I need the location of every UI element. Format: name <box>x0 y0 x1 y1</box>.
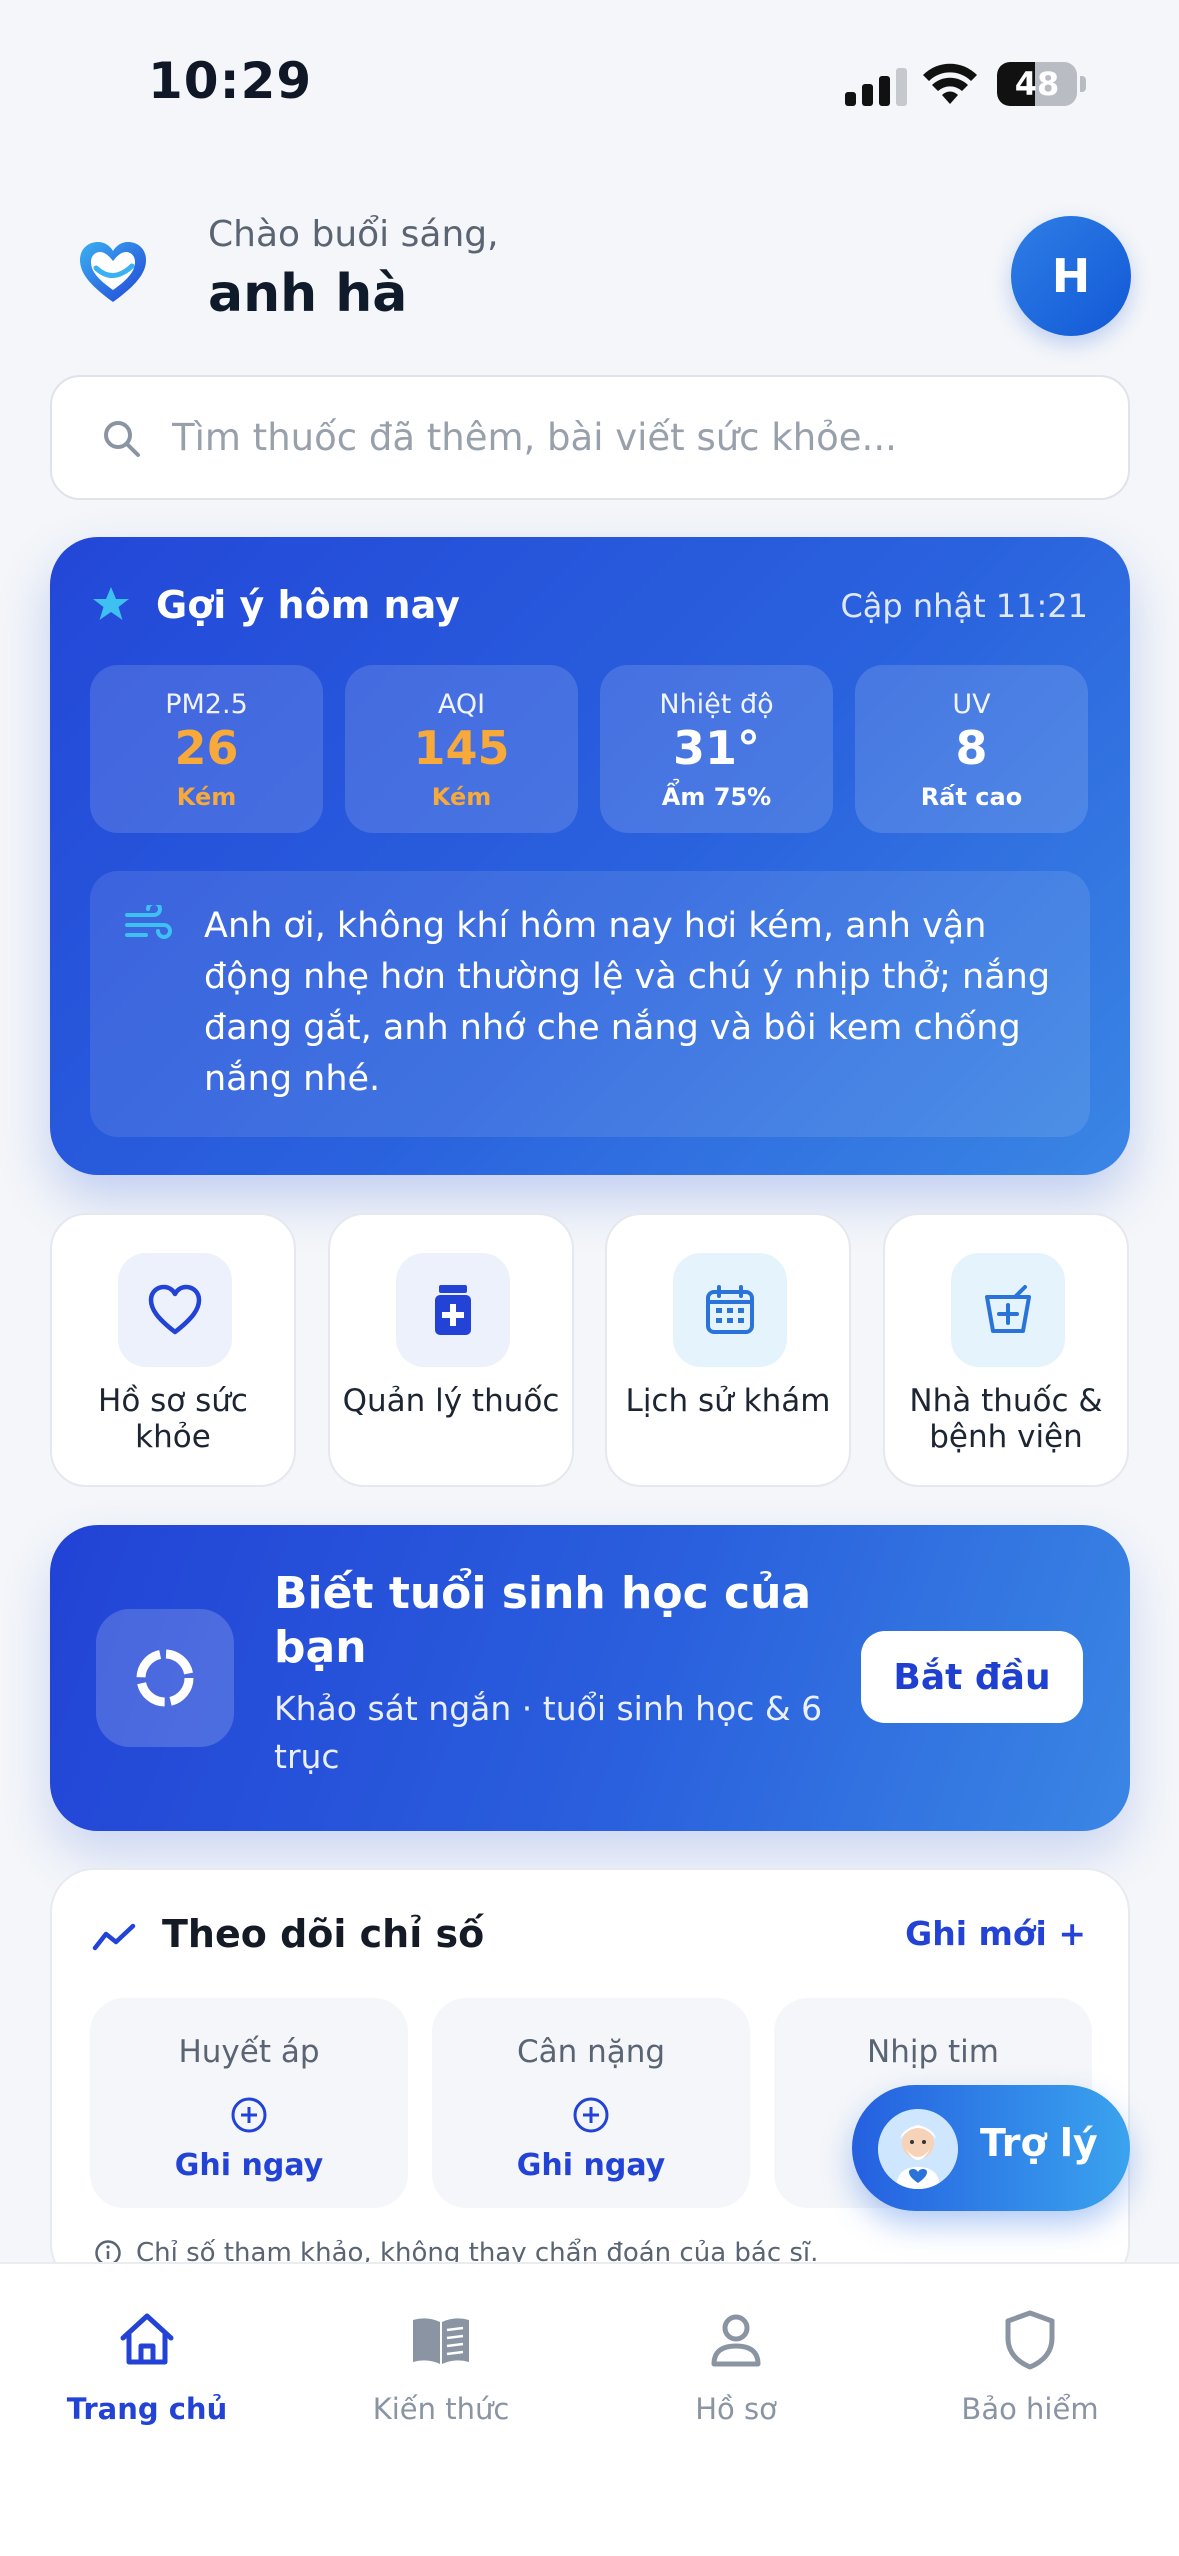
metric-label: Nhiệt độ <box>659 689 774 720</box>
hospital-icon <box>951 1253 1065 1367</box>
status-time: 10:29 <box>148 52 313 110</box>
user-icon <box>711 2314 761 2367</box>
metric-label: PM2.5 <box>165 689 248 720</box>
metric-value: 145 <box>413 721 510 775</box>
quick-action-label: Lịch sử khám <box>625 1383 831 1419</box>
app-logo-icon <box>80 242 146 302</box>
advice-box: Anh ơi, không khí hôm nay hơi kém, anh v… <box>90 871 1090 1137</box>
cellular-signal-icon <box>845 64 907 106</box>
battery-tip <box>1080 76 1086 92</box>
tab-knowledge[interactable]: Kiến thức <box>311 2304 571 2444</box>
bottom-tab-bar: Trang chủ Kiến thức Hồ sơ Bảo hiểm <box>0 2262 1179 2556</box>
advice-text: Anh ơi, không khí hôm nay hơi kém, anh v… <box>204 906 1051 1099</box>
tracking-title: Theo dõi chỉ số <box>162 1912 485 1956</box>
add-record-link[interactable]: Ghi mới + <box>905 1914 1086 1953</box>
tab-label: Trang chủ <box>66 2392 228 2426</box>
greeting-text: Chào buổi sáng, <box>208 214 499 255</box>
quick-action-health-record[interactable]: Hồ sơ sức khỏe <box>50 1213 296 1487</box>
trend-icon <box>92 1923 136 1951</box>
biological-age-card: Biết tuổi sinh học của bạn Khảo sát ngắn… <box>50 1525 1130 1831</box>
assistant-button[interactable]: Trợ lý <box>852 2085 1130 2211</box>
quick-action-medicine[interactable]: Quản lý thuốc <box>328 1213 574 1487</box>
assistant-avatar <box>878 2109 958 2189</box>
metric-status: Kém <box>176 783 237 811</box>
metric-label: UV <box>952 689 991 720</box>
metric-value: 8 <box>955 721 988 775</box>
tab-profile[interactable]: Hồ sơ <box>606 2304 866 2444</box>
record-now-button[interactable]: Ghi ngay <box>90 2148 408 2183</box>
tab-insurance[interactable]: Bảo hiểm <box>900 2304 1160 2444</box>
wind-icon <box>125 905 172 939</box>
metric-aqi: AQI 145 Kém <box>345 665 578 833</box>
wifi-icon <box>923 63 977 104</box>
bio-age-subtitle: Khảo sát ngắn · tuổi sinh học & 6 trục <box>274 1689 823 1776</box>
record-now-button[interactable]: Ghi ngay <box>432 2148 750 2183</box>
tab-label: Kiến thức <box>372 2392 510 2426</box>
search-input[interactable] <box>172 377 1092 498</box>
assistant-label: Trợ lý <box>980 2121 1098 2165</box>
tracking-card: Theo dõi chỉ số Ghi mới + Huyết áp Ghi n… <box>50 1868 1130 2288</box>
metric-temperature: Nhiệt độ 31° Ẩm 75% <box>600 665 833 833</box>
metric-value: 31° <box>672 721 760 775</box>
bio-age-title: Biết tuổi sinh học của bạn <box>274 1568 812 1673</box>
plus-circle-icon <box>231 2097 267 2133</box>
status-bar: 10:29 48 <box>0 0 1179 170</box>
quick-action-pharmacy-hospital[interactable]: Nhà thuốc & bệnh viện <box>883 1213 1129 1487</box>
vital-label: Cân nặng <box>516 2034 666 2070</box>
book-icon <box>413 2318 469 2364</box>
daily-suggestion-card: Gợi ý hôm nay Cập nhật 11:21 PM2.5 26 Ké… <box>50 537 1130 1175</box>
vital-weight[interactable]: Cân nặng Ghi ngay <box>432 1998 750 2208</box>
quick-action-label: Nhà thuốc & bệnh viện <box>909 1383 1103 1455</box>
metric-uv: UV 8 Rất cao <box>855 665 1088 833</box>
metric-label: AQI <box>437 689 486 720</box>
battery-percent: 48 <box>1014 65 1060 103</box>
search-bar[interactable] <box>50 375 1130 500</box>
battery-indicator: 48 <box>997 62 1077 106</box>
user-name: anh hà <box>208 264 408 324</box>
header: Chào buổi sáng, anh hà H <box>0 200 1179 350</box>
calendar-icon <box>673 1253 787 1367</box>
tab-label: Bảo hiểm <box>961 2392 1099 2426</box>
metric-status: Ẩm 75% <box>661 783 772 811</box>
metric-value: 26 <box>174 721 239 775</box>
metric-status: Kém <box>431 783 492 811</box>
quick-action-label: Hồ sơ sức khỏe <box>98 1383 248 1455</box>
vital-label: Nhịp tim <box>867 2034 999 2070</box>
plus-circle-icon <box>573 2097 609 2133</box>
suggestion-updated-time: Cập nhật 11:21 <box>840 587 1088 625</box>
medicine-icon <box>396 1253 510 1367</box>
home-icon <box>120 2313 174 2365</box>
vital-label: Huyết áp <box>178 2034 320 2070</box>
quick-action-visit-history[interactable]: Lịch sử khám <box>605 1213 851 1487</box>
star-icon <box>93 587 129 620</box>
avatar[interactable]: H <box>1011 216 1131 336</box>
metric-pm25: PM2.5 26 Kém <box>90 665 323 833</box>
heart-icon <box>118 1253 232 1367</box>
search-icon <box>104 421 140 457</box>
loading-ring-icon <box>96 1609 234 1747</box>
tab-home[interactable]: Trang chủ <box>17 2304 277 2444</box>
vital-blood-pressure[interactable]: Huyết áp Ghi ngay <box>90 1998 408 2208</box>
metric-status: Rất cao <box>920 783 1023 811</box>
suggestion-title: Gợi ý hôm nay <box>156 583 460 627</box>
quick-action-label: Quản lý thuốc <box>342 1383 560 1419</box>
shield-icon <box>1005 2310 1055 2370</box>
tab-label: Hồ sơ <box>695 2392 777 2426</box>
start-button[interactable]: Bắt đầu <box>861 1631 1083 1723</box>
